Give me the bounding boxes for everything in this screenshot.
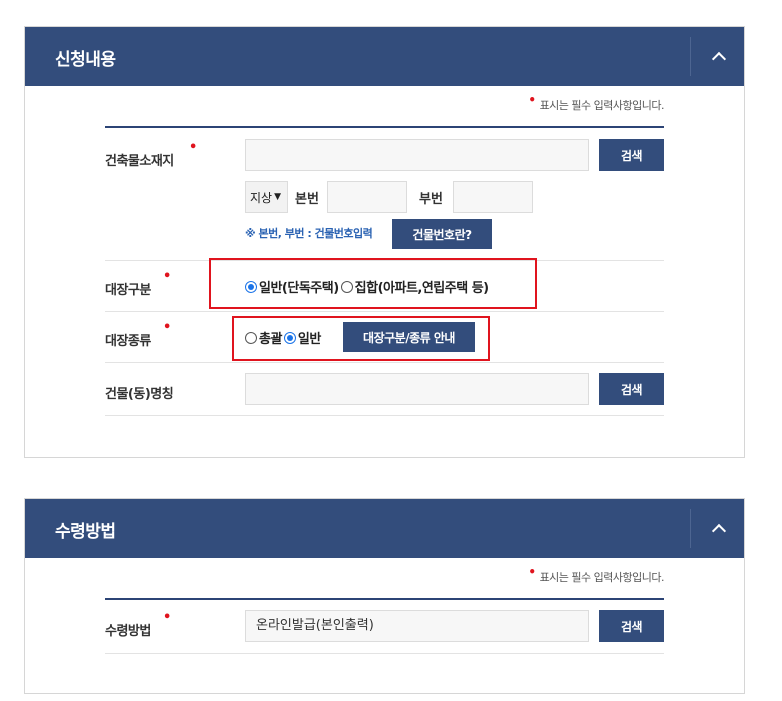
ledger-kind-label: 대장종류 • [105, 320, 171, 349]
required-note: • 표시는 필수 입력사항입니다. [528, 565, 664, 584]
building-name-row: 건물(동)명칭 검색 [105, 363, 664, 416]
receive-search-button[interactable]: 검색 [599, 610, 664, 642]
chevron-down-icon: ▼ [274, 192, 282, 202]
required-note: • 표시는 필수 입력사항입니다. [528, 93, 664, 112]
building-number-hint: ※ 본번, 부번 : 건물번호입력 [245, 227, 373, 240]
bubeon-label: 부번 [419, 192, 443, 207]
required-dot-icon: • [528, 93, 536, 107]
chevron-up-icon [711, 523, 726, 539]
panel-header: 수령방법 [25, 499, 744, 558]
panel-title: 신청내용 [55, 50, 116, 70]
chevron-up-icon [711, 51, 726, 67]
address-row: 건축물소재지 • 검색 지상 ▼ 본번 부번 ※ 본번, 부번 : 건물번호입력 … [105, 128, 664, 261]
required-dot-icon: • [189, 140, 197, 155]
panel-header: 신청내용 [25, 27, 744, 86]
bonbeon-input[interactable] [327, 181, 407, 213]
receive-row: 수령방법 • 온라인발급(본인출력) 검색 [105, 600, 664, 654]
collapse-button[interactable] [691, 499, 746, 558]
receive-method-panel: 수령방법 • 표시는 필수 입력사항입니다. 수령방법 • 온라인발급(본인출력)… [24, 498, 745, 694]
ledger-kind-highlight [232, 316, 490, 361]
panel-title: 수령방법 [55, 522, 116, 542]
required-dot-icon: • [163, 610, 171, 625]
collapse-button[interactable] [691, 27, 746, 86]
ground-select[interactable]: 지상 ▼ [245, 181, 288, 213]
ledger-type-label: 대장구분 • [105, 269, 171, 298]
building-number-help-button[interactable]: 건물번호란? [392, 219, 492, 249]
receive-label: 수령방법 • [105, 610, 171, 639]
address-search-button[interactable]: 검색 [599, 139, 664, 171]
bubeon-input[interactable] [453, 181, 533, 213]
address-label: 건축물소재지 • [105, 140, 197, 169]
required-dot-icon: • [528, 565, 536, 579]
building-name-search-button[interactable]: 검색 [599, 373, 664, 405]
receive-method-input[interactable]: 온라인발급(본인출력) [245, 610, 589, 642]
required-dot-icon: • [163, 269, 171, 284]
address-input[interactable] [245, 139, 589, 171]
bonbeon-label: 본번 [295, 192, 319, 207]
receive-form: 수령방법 • 온라인발급(본인출력) 검색 [105, 598, 664, 654]
application-panel: 신청내용 • 표시는 필수 입력사항입니다. 건축물소재지 • 검색 지상 ▼ 본번… [24, 26, 745, 458]
required-dot-icon: • [163, 320, 171, 335]
building-name-label: 건물(동)명칭 [105, 387, 174, 402]
building-name-input[interactable] [245, 373, 589, 405]
ledger-type-highlight [209, 258, 537, 309]
